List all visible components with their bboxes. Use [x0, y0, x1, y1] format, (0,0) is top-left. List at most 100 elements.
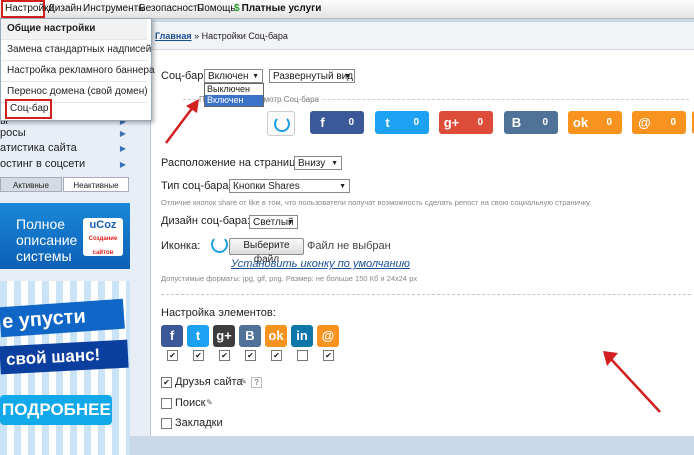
socbar-label: Соц-бар	[161, 70, 204, 82]
checkbox-friends[interactable]: ✔	[161, 377, 172, 388]
option-label: Поиск	[175, 397, 206, 409]
socbar-logo-button[interactable]	[267, 111, 295, 136]
element-checkbox-odnoklassniki[interactable]: ✔	[271, 350, 282, 361]
ucoz-logo: uCoz Создание сайтов	[83, 218, 123, 256]
element-checkbox-google-plus[interactable]: ✔	[219, 350, 230, 361]
checkbox-bookmarks[interactable]	[161, 418, 172, 429]
file-status: Файл не выбран	[307, 240, 391, 252]
main-content: Главная » Настройки Соц-бара Соц-бар Вкл…	[150, 22, 694, 436]
default-icon-link[interactable]: Установить иконку по умолчанию	[231, 258, 410, 270]
facebook-icon: f	[161, 325, 183, 347]
element-checkbox-facebook[interactable]: ✔	[167, 350, 178, 361]
tab-inactive[interactable]: Неактивные	[63, 177, 129, 192]
pencil-icon[interactable]: ✎	[205, 398, 214, 407]
menu-design[interactable]: Дизайн	[48, 0, 82, 18]
share-button-google-plus[interactable]: g+ 0	[439, 111, 493, 134]
design-select[interactable]: Светлый ▼	[249, 215, 298, 229]
position-select[interactable]: Внизу ▼	[294, 156, 342, 170]
option-off[interactable]: Выключен	[205, 84, 263, 95]
menu-security[interactable]: Безопасность	[139, 0, 203, 18]
dropdown-header: Общие настройки	[1, 19, 147, 40]
odnoklassniki-icon: ok	[265, 325, 287, 347]
view-select[interactable]: Развернутый вид ▼	[269, 69, 355, 83]
pencil-icon[interactable]: ✎	[239, 377, 248, 386]
ucoz-logo-icon	[274, 116, 290, 132]
share-count: 0	[413, 117, 419, 128]
menu-paid-services[interactable]: $ Платные услуги	[234, 0, 321, 18]
type-select[interactable]: Кнопки Shares ▼	[229, 179, 350, 193]
icon-label: Иконка:	[161, 240, 201, 252]
divider	[161, 294, 691, 295]
option-label: Друзья сайта	[175, 376, 243, 388]
share-count: 0	[542, 117, 548, 128]
dropdown-item[interactable]: Замена стандартных надписей	[1, 40, 151, 61]
breadcrumb: Главная » Настройки Соц-бара	[151, 22, 694, 50]
element-checkbox-mail-ru[interactable]: ✔	[323, 350, 334, 361]
share-button-vkontakte[interactable]: B0	[504, 111, 558, 134]
vkontakte-icon: B	[239, 325, 261, 347]
chevron-right-icon: ▶	[119, 160, 126, 169]
icon-hint: Допустимые форматы: jpg, gif, png. Разме…	[161, 274, 418, 283]
twitter-icon: t	[385, 115, 390, 130]
ad-text: системы	[16, 248, 72, 264]
share-count: 0	[477, 117, 483, 128]
socbar-select[interactable]: Включен ▼	[204, 69, 263, 83]
sidebar-tabs: Активные Неактивные	[0, 177, 130, 193]
mail-ru-icon: @	[638, 115, 651, 130]
share-count: 0	[606, 117, 612, 128]
type-hint: Отличие кнопок share от like в том, что …	[161, 198, 592, 207]
twitter-icon: t	[187, 325, 209, 347]
chevron-down-icon: ▼	[344, 73, 351, 80]
elements-label: Настройка элементов:	[161, 307, 276, 319]
share-count: 0	[670, 117, 676, 128]
facebook-icon: f	[320, 115, 325, 130]
chevron-right-icon: ▶	[119, 144, 126, 153]
chevron-down-icon: ▼	[339, 183, 346, 190]
menu-tools[interactable]: Инструменты	[83, 0, 145, 18]
ad-banner[interactable]: е упусти свой шанс! ПОДРОБНЕЕ	[0, 281, 130, 455]
dropdown-item-socbar[interactable]: Соц-бар	[5, 99, 52, 119]
ad-text: описание	[16, 232, 78, 248]
google-plus-icon: g+	[213, 325, 235, 347]
socbar-options-list[interactable]: Выключен Включен	[204, 83, 264, 107]
share-button-twitter[interactable]: t0	[375, 111, 429, 134]
option-label: Закладки	[175, 417, 223, 429]
share-button-facebook[interactable]: f0	[310, 111, 364, 134]
menu-help[interactable]: Помощь	[197, 0, 236, 18]
element-checkbox-twitter[interactable]: ✔	[193, 350, 204, 361]
chevron-down-icon: ▼	[287, 219, 294, 226]
breadcrumb-home-link[interactable]: Главная	[155, 31, 192, 41]
vkontakte-icon: B	[511, 115, 522, 130]
share-count: 0	[348, 117, 354, 128]
option-on[interactable]: Включен	[205, 95, 263, 106]
help-icon[interactable]: ?	[251, 377, 262, 388]
linkedin-icon: in	[291, 325, 313, 347]
position-label: Расположение на странице:	[161, 157, 305, 169]
sidebar-item[interactable]: остинг в соцсети ▶	[0, 156, 128, 173]
breadcrumb-current: Настройки Соц-бара	[201, 31, 288, 41]
checkbox-search[interactable]	[161, 398, 172, 409]
sidebar-item[interactable]: атистика сайта ▶	[0, 140, 128, 157]
socbar-icon-preview	[211, 236, 228, 253]
chevron-down-icon: ▼	[331, 160, 338, 167]
dollar-icon: $	[234, 3, 240, 14]
element-checkbox-vkontakte[interactable]: ✔	[245, 350, 256, 361]
ad-text: Полное	[16, 216, 66, 232]
odnoklassniki-icon: ok	[572, 115, 589, 130]
mail-ru-icon: @	[317, 325, 339, 347]
type-label: Тип соц-бара:	[161, 180, 232, 192]
dropdown-item[interactable]: Настройка рекламного баннера	[1, 61, 155, 82]
chevron-down-icon: ▼	[252, 73, 259, 80]
ad-banner-ucoz[interactable]: Полное описание системы uCoz Создание сай…	[0, 203, 130, 269]
tab-active[interactable]: Активные	[0, 177, 62, 192]
settings-dropdown: Общие настройки Замена стандартных надпи…	[0, 18, 155, 121]
choose-file-button[interactable]: Выберите файл	[229, 238, 304, 265]
menu-settings[interactable]: Настройки	[1, 0, 54, 18]
element-checkbox-linkedin[interactable]	[297, 350, 308, 361]
top-menu-bar: Настройки Дизайн Инструменты Безопасност…	[0, 0, 694, 19]
design-label: Дизайн соц-бара:	[161, 215, 251, 227]
share-button-odnoklassniki[interactable]: ok 0	[568, 111, 622, 134]
google-plus-icon: g+	[443, 115, 460, 130]
ad-more-button[interactable]: ПОДРОБНЕЕ	[0, 395, 112, 425]
share-button-mail-ru[interactable]: @0	[632, 111, 686, 134]
